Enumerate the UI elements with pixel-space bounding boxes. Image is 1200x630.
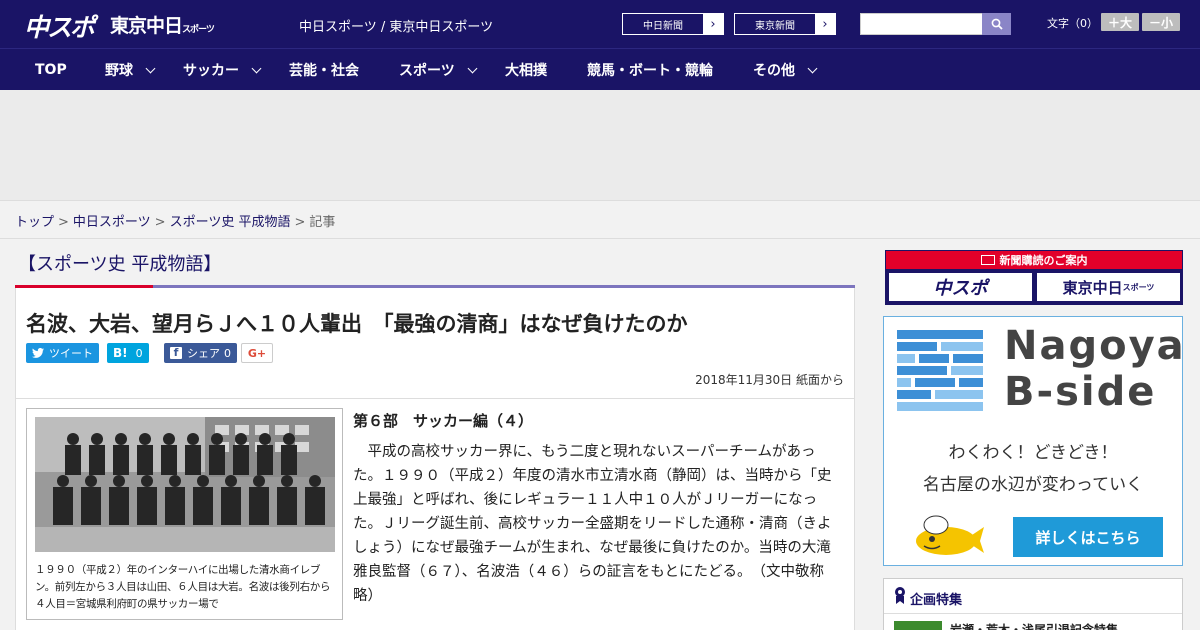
chunichi-shimbun-link[interactable]: 中日新聞 › — [622, 13, 724, 35]
google-plus-button[interactable]: G+ — [241, 343, 273, 363]
facebook-share-label: シェア — [187, 347, 220, 360]
nav-item-label: その他 — [753, 63, 795, 79]
chevron-down-icon — [251, 63, 262, 73]
chevron-down-icon — [807, 63, 818, 73]
font-larger-button[interactable]: ＋大 — [1101, 13, 1139, 31]
article: 名波、大岩、望月らＪへ１０人輩出 「最強の清商」はなぜ負けたのか ツイート B!… — [15, 288, 855, 630]
breadcrumb-link[interactable]: トップ — [15, 215, 54, 230]
nav-item-other[interactable]: その他 — [753, 49, 818, 91]
chevron-right-icon: › — [815, 14, 835, 34]
font-smaller-button[interactable]: －小 — [1142, 13, 1180, 31]
nav-item-label: 芸能・社会 — [289, 63, 359, 79]
chuspo-logo[interactable]: 中スポ — [24, 8, 95, 44]
nav-item-racing[interactable]: 競馬・ボート・競輪 — [587, 49, 713, 91]
chunichi-shimbun-label: 中日新聞 — [643, 20, 683, 32]
subscription-title-bar: 新聞購読のご案内 — [886, 251, 1182, 269]
search-input[interactable] — [860, 13, 982, 35]
subscription-title: 新聞購読のご案内 — [999, 254, 1088, 267]
bside-tagline-2: 名古屋の水辺が変わっていく — [922, 475, 1144, 495]
facebook-icon: f — [170, 346, 182, 359]
newspaper-icon — [980, 255, 995, 265]
feature-item-link[interactable]: 岩瀬・荒木・浅尾引退記念特集 — [950, 621, 1118, 630]
search-button[interactable] — [982, 13, 1011, 35]
section-title[interactable]: 【スポーツ史 平成物語】 — [18, 250, 221, 276]
chevron-down-icon — [145, 63, 156, 73]
tokyo-chunichi-sub-logo-sub: スポーツ — [1122, 282, 1155, 292]
nagoya-bside-banner[interactable]: Nagoya B-side わくわく！どきどき！ 名古屋の水辺が変わっていく 詳し… — [883, 316, 1186, 566]
tokyo-chunichi-sub-logo-text: 東京中日 — [1062, 278, 1123, 297]
chuspo-sub-logo: 中スポ — [889, 273, 1032, 301]
facebook-count: 0 — [224, 346, 231, 360]
bside-title: Nagoya B-side — [1004, 323, 1186, 415]
subscription-banner[interactable]: 新聞購読のご案内 中スポ 東京中日 スポーツ — [885, 250, 1183, 305]
bside-details-button[interactable]: 詳しくはこちら — [1013, 517, 1163, 557]
facebook-share-button[interactable]: f シェア 0 — [164, 343, 237, 363]
chevron-down-icon — [467, 63, 478, 73]
bside-title-line2: B-side — [1004, 369, 1157, 415]
tweet-label: ツイート — [49, 347, 93, 360]
nav-item-label: 大相撲 — [505, 63, 547, 79]
ribbon-icon — [895, 587, 905, 604]
hatena-icon: B! — [113, 346, 128, 360]
nav-item-label: スポーツ — [399, 63, 455, 79]
fried-shrimp-mascot-icon — [916, 515, 984, 555]
main-nav: TOP 野球 サッカー 芸能・社会 スポーツ 大相撲 競馬・ボート・競輪 その他 — [0, 48, 1200, 90]
chevron-right-icon: › — [703, 14, 723, 34]
team-photo[interactable] — [35, 417, 335, 552]
hatena-bookmark-button[interactable]: B! 0 — [107, 343, 149, 363]
nav-item-label: TOP — [35, 62, 67, 78]
nav-item-baseball[interactable]: 野球 — [105, 49, 156, 91]
search-icon — [991, 18, 1003, 30]
feature-thumb[interactable] — [894, 621, 942, 630]
breadcrumb-link[interactable]: 中日スポーツ — [73, 215, 151, 230]
article-body: 平成の高校サッカー界に、もう二度と現れないスーパーチームがあった。１９９０（平成… — [353, 444, 832, 604]
breadcrumb-link[interactable]: スポーツ史 平成物語 — [170, 215, 291, 230]
article-figure: １９９０（平成２）年のインターハイに出場した清水商イレブン。前列左から３人目は山… — [26, 408, 343, 620]
search-box — [860, 13, 1011, 35]
tokyo-chunichi-logo-sub: スポーツ — [182, 25, 215, 35]
tokyo-chunichi-sub-logo: 東京中日 スポーツ — [1037, 273, 1180, 301]
site-header: 中スポ 東京中日スポーツ 中日スポーツ / 東京中日スポーツ 中日新聞 › 東京… — [0, 0, 1200, 48]
feature-box: 企画特集 岩瀬・荒木・浅尾引退記念特集 — [883, 578, 1183, 630]
site-names: 中日スポーツ / 東京中日スポーツ — [299, 20, 494, 35]
tweet-button[interactable]: ツイート — [26, 343, 99, 363]
breadcrumb-divider — [0, 238, 1200, 239]
tokyo-chunichi-logo[interactable]: 東京中日スポーツ — [110, 11, 215, 38]
twitter-bird-icon — [32, 348, 44, 358]
nav-item-label: サッカー — [183, 63, 239, 79]
tokyo-shimbun-label: 東京新聞 — [755, 20, 795, 32]
article-subhead: 第６部 サッカー編（４） — [353, 412, 534, 430]
bside-title-line1: Nagoya — [1004, 323, 1186, 369]
breadcrumb-current: 記事 — [309, 215, 336, 230]
feature-divider — [884, 613, 1182, 614]
article-date: 2018年11月30日 紙面から — [695, 373, 844, 387]
nav-item-top[interactable]: TOP — [35, 49, 67, 91]
nav-item-entertainment[interactable]: 芸能・社会 — [289, 49, 359, 91]
google-plus-icon: G+ — [247, 346, 267, 360]
nav-item-sports[interactable]: スポーツ — [399, 49, 478, 91]
ad-space — [0, 90, 1200, 201]
tokyo-shimbun-link[interactable]: 東京新聞 › — [734, 13, 836, 35]
brick-wall-icon — [897, 330, 983, 411]
nav-item-sumo[interactable]: 大相撲 — [505, 49, 547, 91]
tokyo-chunichi-logo-text: 東京中日 — [110, 15, 183, 37]
breadcrumb-separator: > — [58, 215, 69, 230]
breadcrumb: トップ > 中日スポーツ > スポーツ史 平成物語 > 記事 — [15, 211, 335, 230]
nav-item-label: 競馬・ボート・競輪 — [587, 63, 713, 79]
hatena-count: 0 — [135, 346, 143, 360]
font-size-label: 文字（0） — [1047, 17, 1098, 30]
article-divider — [16, 398, 854, 399]
breadcrumb-separator: > — [294, 215, 306, 230]
bside-tagline-1: わくわく！どきどき！ — [948, 443, 1118, 463]
nav-item-label: 野球 — [105, 63, 133, 79]
photo-caption: １９９０（平成２）年のインターハイに出場した清水商イレブン。前列左から３人目は山… — [35, 564, 331, 610]
nav-item-soccer[interactable]: サッカー — [183, 49, 262, 91]
feature-title: 企画特集 — [910, 593, 963, 608]
breadcrumb-separator: > — [154, 215, 166, 230]
article-headline: 名波、大岩、望月らＪへ１０人輩出 「最強の清商」はなぜ負けたのか — [26, 312, 688, 336]
